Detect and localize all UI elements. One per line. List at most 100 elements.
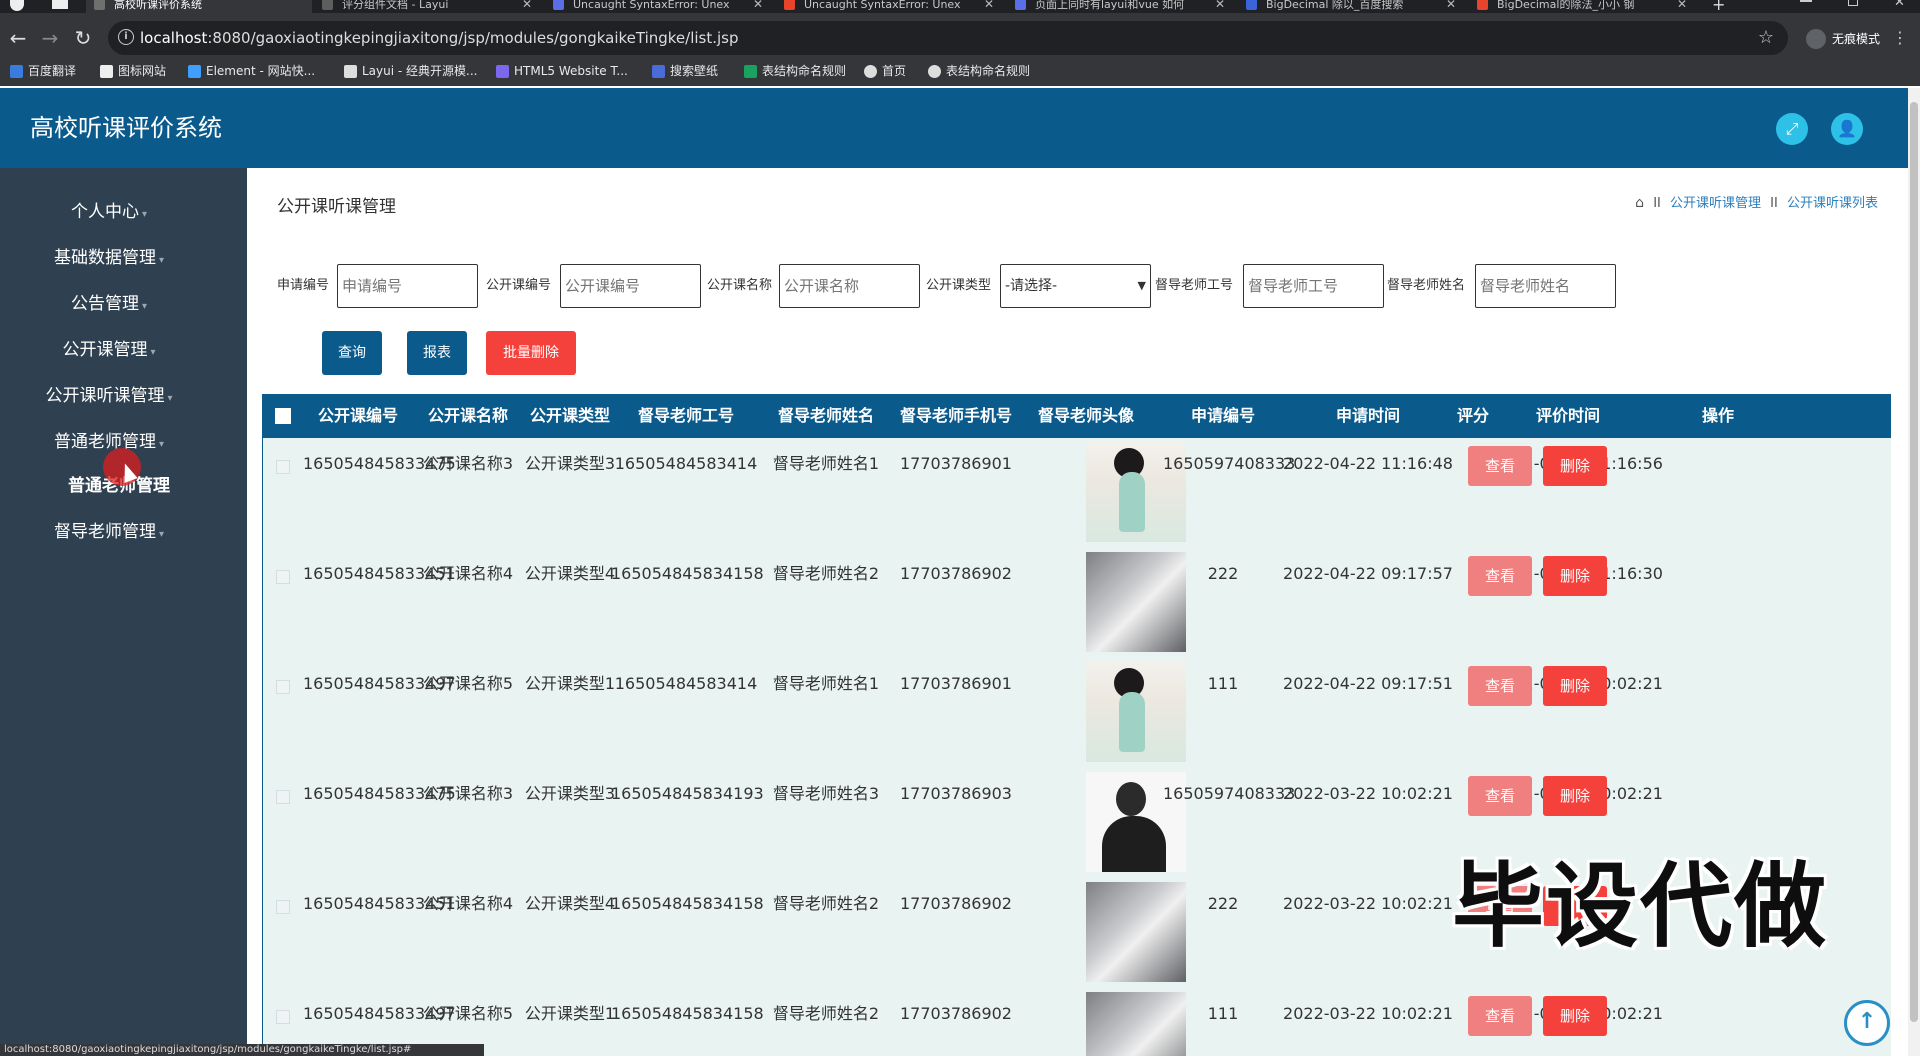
column-header[interactable]: 督导老师手机号 <box>891 394 1021 438</box>
site-info-icon[interactable]: i <box>118 29 134 45</box>
browser-tab-3[interactable]: Uncaught SyntaxError: Unex ✕ <box>776 0 1002 13</box>
query-button[interactable]: 查询 <box>322 331 382 375</box>
course-type-select[interactable]: -请选择- ▼ <box>1000 264 1151 308</box>
bookmark-0[interactable]: 百度翻译 <box>10 62 76 80</box>
browser-menu-icon[interactable]: ⋮ <box>1892 28 1908 48</box>
sidebar-item-supervisor[interactable]: 督导老师管理 ▾ <box>0 518 218 546</box>
row-checkbox[interactable] <box>276 570 290 584</box>
tab-title: Uncaught SyntaxError: Unex <box>573 0 730 11</box>
cell-apply-time: 2022-04-22 09:17:57 <box>1283 564 1453 583</box>
bookmark-8[interactable]: 表结构命名规则 <box>928 62 1030 80</box>
column-header[interactable]: 申请时间 <box>1283 394 1453 438</box>
row-checkbox[interactable] <box>276 790 290 804</box>
delete-button[interactable]: 删除 <box>1543 446 1607 486</box>
browser-tab-5[interactable]: BigDecimal 除以_百度搜索 ✕ <box>1238 0 1464 13</box>
bookmark-4[interactable]: HTML5 Website T... <box>496 62 628 80</box>
row-checkbox[interactable] <box>276 900 290 914</box>
delete-button[interactable]: 删除 <box>1543 996 1607 1036</box>
column-header[interactable]: 督导老师姓名 <box>761 394 891 438</box>
browser-tab-1[interactable]: 评分组件文档 - Layui ✕ <box>314 0 540 13</box>
column-header[interactable]: 公开课编号 <box>303 394 413 438</box>
browser-tab-6[interactable]: BigDecimal的除法_小小 钢 ✕ <box>1469 0 1695 13</box>
scrollbar-thumb[interactable] <box>1910 102 1918 1022</box>
row-checkbox[interactable] <box>276 460 290 474</box>
tab-strip-icon[interactable] <box>52 0 68 9</box>
row-checkbox[interactable] <box>276 1010 290 1024</box>
fullscreen-icon[interactable]: ⤢ <box>1776 113 1808 145</box>
bookmark-favicon-icon <box>188 65 201 78</box>
column-header[interactable]: 评价时间 <box>1493 394 1643 438</box>
tab-close-icon[interactable]: ✕ <box>753 0 763 13</box>
sidebar-item-open-course[interactable]: 公开课管理 ▾ <box>0 336 218 364</box>
supervisor-name-input[interactable] <box>1475 264 1616 308</box>
sidebar-item-basic-data[interactable]: 基础数据管理 ▾ <box>0 244 218 272</box>
address-bar[interactable]: i localhost:8080/gaoxiaotingkepingjiaxit… <box>108 21 1788 55</box>
column-header[interactable]: 公开课名称 <box>413 394 523 438</box>
bookmark-6[interactable]: 表结构命名规则 <box>744 62 846 80</box>
minimize-icon[interactable] <box>1800 0 1812 2</box>
window-menu-icon[interactable] <box>10 0 24 11</box>
delete-button[interactable]: 删除 <box>1543 556 1607 596</box>
view-button[interactable]: 查看 <box>1468 996 1532 1036</box>
sidebar-item-personal-center[interactable]: 个人中心 ▾ <box>0 198 218 226</box>
browser-tab-2[interactable]: Uncaught SyntaxError: Unex ✕ <box>545 0 771 13</box>
breadcrumb-item[interactable]: 公开课听课列表 <box>1787 196 1878 211</box>
breadcrumb-item[interactable]: 公开课听课管理 <box>1670 196 1761 211</box>
tab-close-icon[interactable]: ✕ <box>522 0 532 13</box>
tab-close-icon[interactable]: ✕ <box>984 0 994 13</box>
view-button[interactable]: 查看 <box>1468 776 1532 816</box>
column-header[interactable]: 申请编号 <box>1163 394 1283 438</box>
browser-tab-4[interactable]: 页面上同时有layui和vue 如何 ✕ <box>1007 0 1233 13</box>
batch-delete-button[interactable]: 批量删除 <box>486 331 576 375</box>
bookmark-3[interactable]: Layui - 经典开源模... <box>344 62 477 80</box>
url-text[interactable]: localhost:8080/gaoxiaotingkepingjiaxiton… <box>140 21 739 55</box>
browser-tab-0[interactable]: 高校听课评价系统 <box>86 0 312 13</box>
tab-close-icon[interactable]: ✕ <box>1677 0 1687 13</box>
close-window-icon[interactable]: ✕ <box>1894 0 1905 10</box>
delete-button[interactable]: 删除 <box>1543 666 1607 706</box>
back-icon[interactable]: ← <box>3 23 33 53</box>
new-tab-icon[interactable]: + <box>1712 0 1725 13</box>
select-all-checkbox[interactable] <box>275 408 291 424</box>
bookmark-1[interactable]: 图标网站 <box>100 62 166 80</box>
home-icon[interactable]: ⌂ <box>1635 195 1644 211</box>
arrow-up-icon[interactable]: ↑ <box>1844 1000 1890 1046</box>
report-button[interactable]: 报表 <box>407 331 467 375</box>
reload-icon[interactable]: ↻ <box>68 23 98 53</box>
view-button[interactable]: 查看 <box>1468 556 1532 596</box>
forward-icon[interactable]: → <box>35 23 65 53</box>
column-header[interactable]: 评分 <box>1453 394 1493 438</box>
row-checkbox[interactable] <box>276 680 290 694</box>
column-header[interactable]: 督导老师头像 <box>1021 394 1151 438</box>
cell-teacher-no: 16505484583414 <box>614 454 758 473</box>
search-label: 申请编号 <box>277 278 330 293</box>
tab-close-icon[interactable]: ✕ <box>1215 0 1225 13</box>
bookmark-2[interactable]: Element - 网站快... <box>188 62 315 80</box>
tab-favicon-icon <box>1477 0 1488 10</box>
page-scrollbar[interactable] <box>1908 88 1920 1056</box>
delete-button[interactable]: 删除 <box>1543 776 1607 816</box>
cell-phone: 17703786902 <box>900 1004 1012 1023</box>
column-header[interactable]: 督导老师工号 <box>611 394 761 438</box>
view-button[interactable]: 查看 <box>1468 666 1532 706</box>
user-icon[interactable]: 👤 <box>1831 113 1863 145</box>
supervisor-no-input[interactable] <box>1243 264 1384 308</box>
bookmark-7[interactable]: 首页 <box>864 62 906 80</box>
course-name-input[interactable] <box>779 264 920 308</box>
cell-teacher-no: 16505484583414 <box>614 674 758 693</box>
bookmark-5[interactable]: 搜索壁纸 <box>652 62 718 80</box>
maximize-icon[interactable] <box>1848 0 1858 6</box>
bookmark-label: 表结构命名规则 <box>762 64 847 78</box>
bookmark-label: 搜索壁纸 <box>670 64 719 78</box>
sidebar-item-open-course-listening[interactable]: 公开课听课管理 ▾ <box>0 382 218 410</box>
tab-close-icon[interactable]: ✕ <box>1446 0 1456 13</box>
bookmark-star-icon[interactable]: ☆ <box>1758 21 1774 55</box>
course-no-input[interactable] <box>560 264 701 308</box>
view-button[interactable]: 查看 <box>1468 446 1532 486</box>
sidebar-item-notice[interactable]: 公告管理 ▾ <box>0 290 218 318</box>
apply-no-input[interactable] <box>337 264 478 308</box>
column-header[interactable]: 公开课类型 <box>519 394 621 438</box>
incognito-indicator[interactable]: 无痕模式 <box>1805 28 1880 50</box>
cell-apply-no: 1650597408333 <box>1163 454 1296 473</box>
cell-course-name: 公开课名称4 <box>422 894 514 913</box>
